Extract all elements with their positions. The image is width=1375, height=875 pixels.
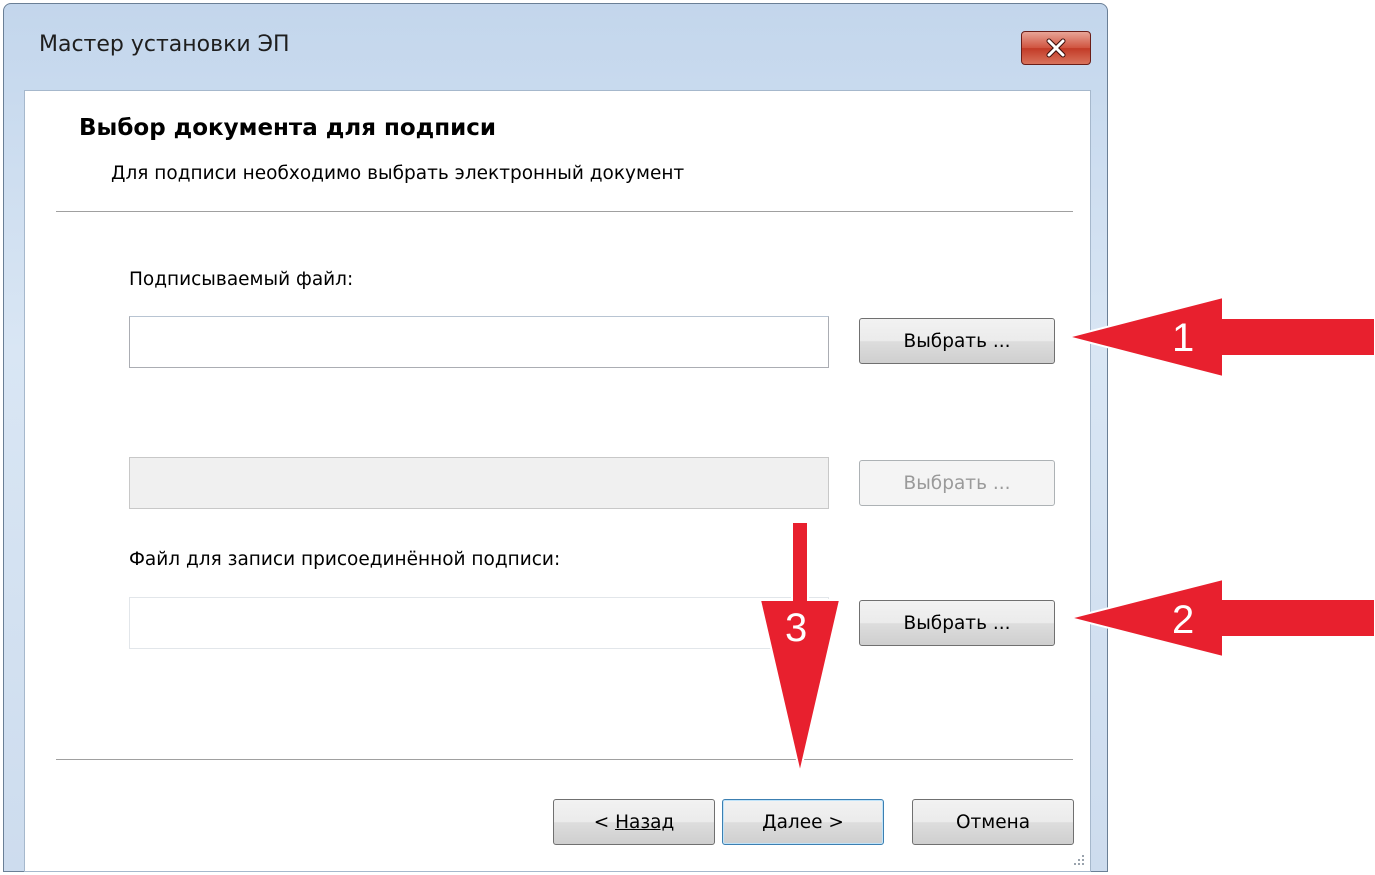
- arrow-2-number: 2: [1172, 598, 1195, 642]
- arrow-2-icon: [1069, 577, 1375, 659]
- wizard-client-area: Выбор документа для подписи Для подписи …: [24, 90, 1091, 872]
- footer-divider: [56, 759, 1073, 763]
- header-divider: [56, 211, 1073, 215]
- second-file-input: [129, 457, 829, 509]
- next-label-rest: алее >: [776, 811, 844, 833]
- back-prefix: <: [593, 811, 616, 833]
- signed-file-browse-button[interactable]: Выбрать ...: [859, 318, 1055, 364]
- signed-file-input[interactable]: [129, 316, 829, 368]
- attached-signature-label: Файл для записи присоединённой подписи:: [129, 549, 561, 570]
- signed-file-label: Подписываемый файл:: [129, 269, 354, 290]
- second-file-browse-button: Выбрать ...: [859, 460, 1055, 506]
- attached-signature-input[interactable]: [129, 597, 829, 649]
- page-title: Выбор документа для подписи: [79, 115, 497, 141]
- window-title: Мастер установки ЭП: [39, 32, 290, 57]
- arrow-3-number: 3: [785, 606, 808, 650]
- resize-grip-icon[interactable]: [1070, 851, 1086, 867]
- arrow-1-icon: [1067, 295, 1375, 379]
- title-bar[interactable]: Мастер установки ЭП: [4, 4, 1107, 96]
- close-button[interactable]: [1021, 31, 1091, 65]
- next-accesskey: Д: [762, 811, 777, 833]
- page-subtitle: Для подписи необходимо выбрать электронн…: [111, 163, 685, 184]
- next-button[interactable]: Далее >: [722, 799, 884, 845]
- attached-signature-browse-button[interactable]: Выбрать ...: [859, 600, 1055, 646]
- close-icon: [1046, 38, 1066, 58]
- back-label-rest: азад: [629, 811, 675, 833]
- back-button[interactable]: < Назад: [553, 799, 715, 845]
- arrow-1-number: 1: [1172, 316, 1195, 360]
- wizard-window: Мастер установки ЭП Выбор документа для …: [3, 3, 1108, 872]
- back-accesskey: Н: [615, 811, 629, 833]
- cancel-button[interactable]: Отмена: [912, 799, 1074, 845]
